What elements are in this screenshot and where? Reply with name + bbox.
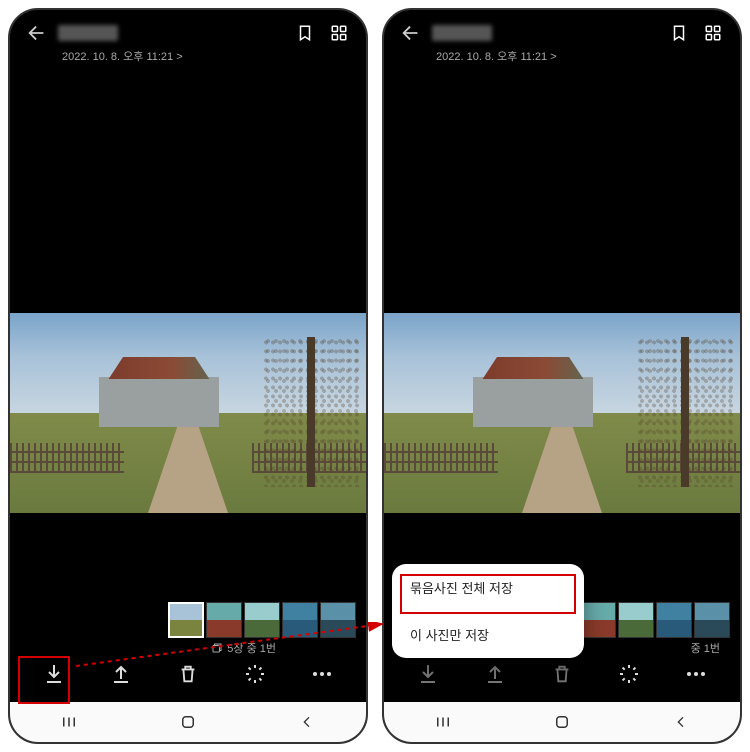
trash-button[interactable] xyxy=(548,660,576,688)
nav-home[interactable] xyxy=(547,707,577,737)
bookmark-icon[interactable] xyxy=(296,24,314,42)
bookmark-icon[interactable] xyxy=(670,24,688,42)
photo-viewer[interactable] xyxy=(10,130,366,646)
download-button[interactable] xyxy=(40,660,68,688)
popup-save-this[interactable]: 이 사진만 저장 xyxy=(392,611,584,658)
title-redacted xyxy=(58,25,118,41)
nav-home[interactable] xyxy=(173,707,203,737)
thumb-3[interactable] xyxy=(618,602,654,638)
nav-back[interactable] xyxy=(292,707,322,737)
grid-icon[interactable] xyxy=(704,24,722,42)
timestamp[interactable]: 2022. 10. 8. 오후 11:21 > xyxy=(10,48,366,70)
nav-recent[interactable] xyxy=(428,707,458,737)
thumb-2[interactable] xyxy=(580,602,616,638)
back-button[interactable] xyxy=(400,22,422,44)
android-nav-bar xyxy=(384,702,740,742)
timestamp[interactable]: 2022. 10. 8. 오후 11:21 > xyxy=(384,48,740,70)
save-popup: 묶음사진 전체 저장 이 사진만 저장 xyxy=(392,564,584,658)
title-redacted xyxy=(432,25,492,41)
top-bar xyxy=(384,10,740,48)
edit-button[interactable] xyxy=(615,660,643,688)
back-button[interactable] xyxy=(26,22,48,44)
nav-recent[interactable] xyxy=(54,707,84,737)
strip-caption: 중 1번 xyxy=(691,640,720,656)
annotation-arrow xyxy=(76,622,386,668)
thumb-5[interactable] xyxy=(694,602,730,638)
top-bar xyxy=(10,10,366,48)
download-button[interactable] xyxy=(414,660,442,688)
grid-icon[interactable] xyxy=(330,24,348,42)
thumb-4[interactable] xyxy=(656,602,692,638)
share-button[interactable] xyxy=(481,660,509,688)
more-button[interactable] xyxy=(682,660,710,688)
android-nav-bar xyxy=(10,702,366,742)
phone-screen-right: 2022. 10. 8. 오후 11:21 > 중 1번 xyxy=(382,8,742,744)
popup-save-all[interactable]: 묶음사진 전체 저장 xyxy=(392,564,584,611)
nav-back[interactable] xyxy=(666,707,696,737)
